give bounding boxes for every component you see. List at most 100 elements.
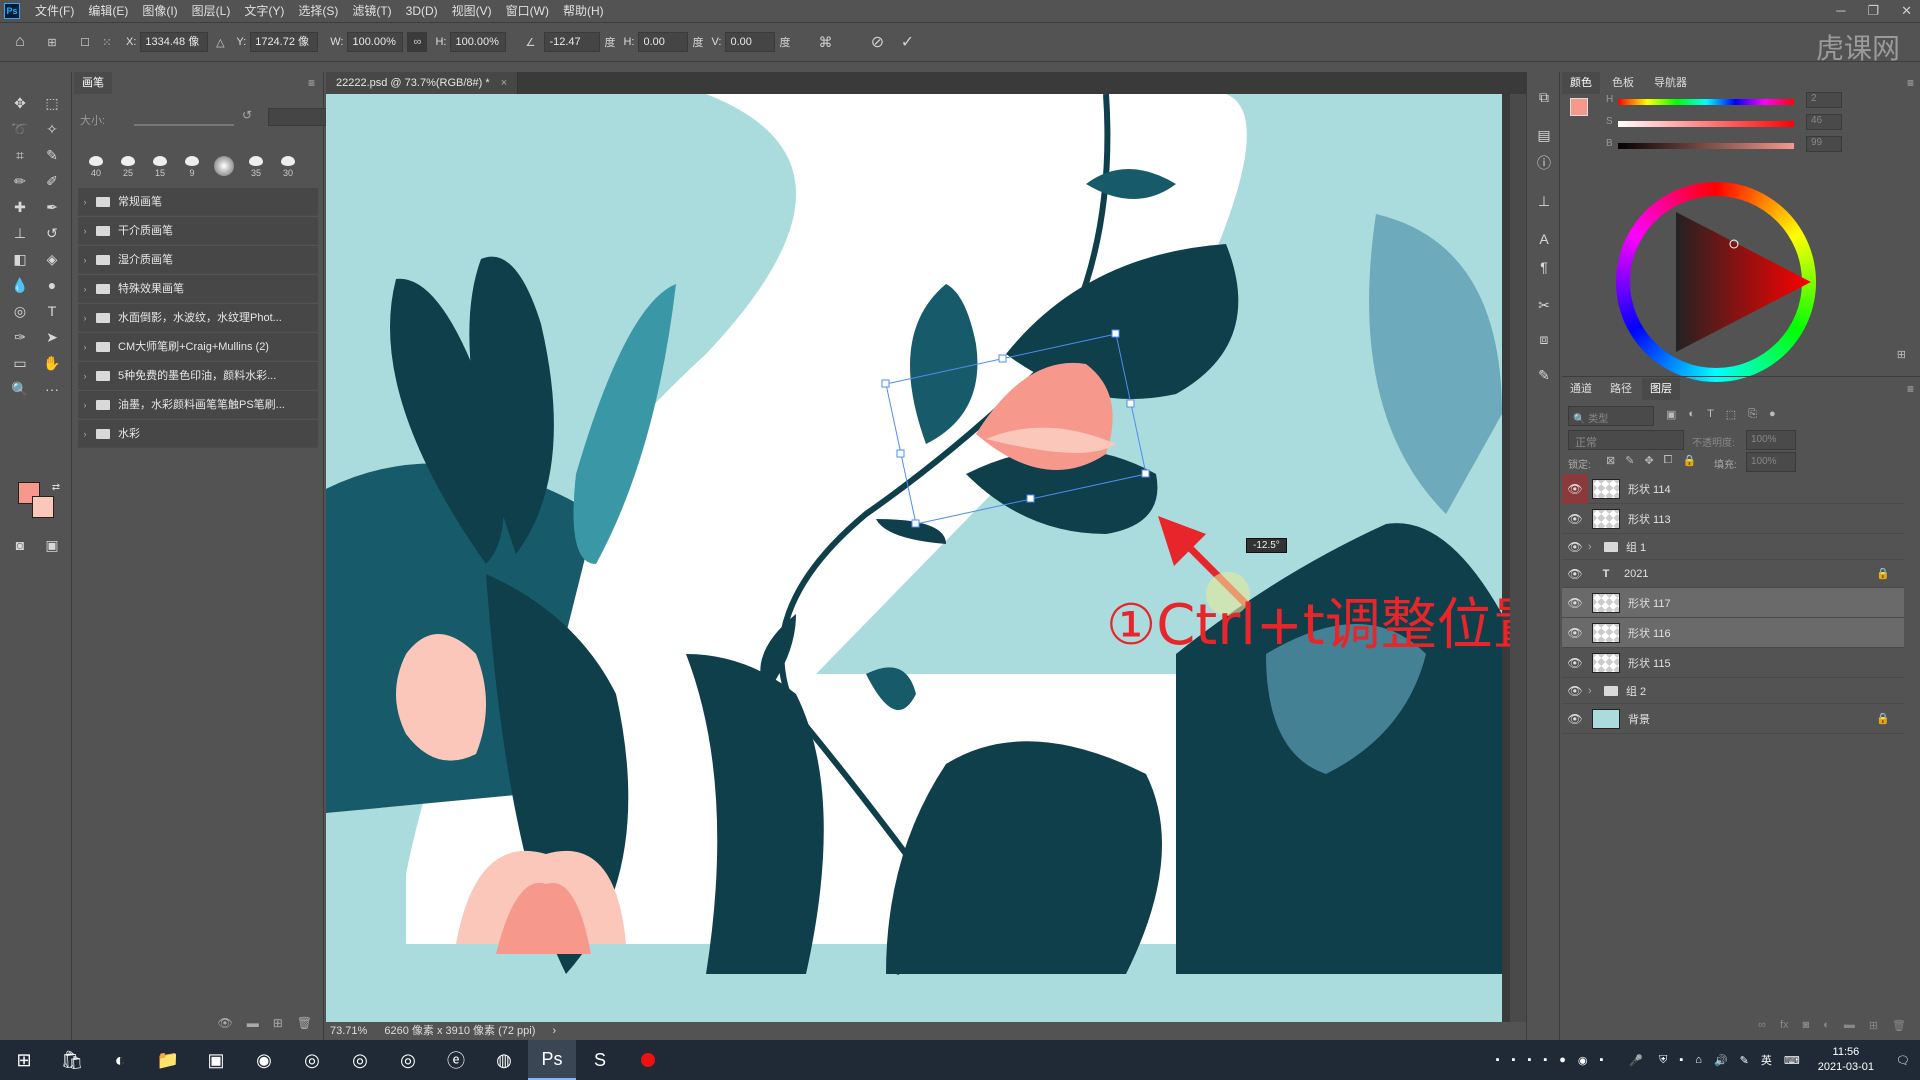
preset-brush[interactable]: 30: [274, 152, 302, 182]
filter-toggle-icon[interactable]: ●: [1769, 408, 1776, 421]
tab-paths[interactable]: 路径: [1602, 378, 1640, 400]
layer-row[interactable]: 👁 形状 114: [1562, 473, 1904, 504]
minimize-icon[interactable]: ─: [1836, 0, 1845, 22]
artwork-canvas[interactable]: -12.5°: [326, 94, 1502, 1024]
tab-swatches[interactable]: 色板: [1604, 72, 1642, 94]
eraser-tool-icon[interactable]: ◧: [8, 248, 32, 270]
character-icon[interactable]: A: [1532, 228, 1556, 250]
panel-menu-icon[interactable]: ≡: [308, 76, 315, 90]
marquee-tool-icon[interactable]: ⬚: [40, 92, 64, 114]
lock-all-icon[interactable]: 🔒: [1682, 454, 1696, 467]
magic-wand-tool-icon[interactable]: ✧: [40, 118, 64, 140]
adjustment-layer-icon[interactable]: ◐: [1823, 1019, 1830, 1032]
tray-wechat-icon[interactable]: ◉: [1578, 1054, 1588, 1067]
brush-folder[interactable]: › 特殊效果画笔: [78, 275, 318, 303]
lasso-tool-icon[interactable]: ➰: [8, 118, 32, 140]
tray-app-icon[interactable]: ▪: [1512, 1054, 1516, 1066]
clone-stamp-tool-icon[interactable]: ⊥: [8, 222, 32, 244]
warp-mode-icon[interactable]: ⌘: [810, 34, 840, 51]
eye-icon[interactable]: 👁: [1562, 626, 1588, 640]
tab-channels[interactable]: 通道: [1562, 378, 1600, 400]
network-icon[interactable]: ⌂: [1695, 1054, 1702, 1066]
lock-transparency-icon[interactable]: ⊠: [1606, 454, 1615, 467]
color-foreground-swatch[interactable]: [1570, 98, 1588, 116]
reference-checkbox[interactable]: ☐: [74, 36, 96, 49]
browser-icon[interactable]: ⓔ: [432, 1040, 480, 1080]
move-tool-icon[interactable]: ✥: [8, 92, 32, 114]
tray-app-icon[interactable]: ▪: [1543, 1054, 1547, 1066]
s-field[interactable]: 46: [1806, 114, 1842, 130]
hskew-field[interactable]: 0.00: [638, 32, 689, 52]
brush-settings-icon[interactable]: ✎: [1532, 364, 1556, 386]
healing-brush-tool-icon[interactable]: ✚: [8, 196, 32, 218]
lock-artboard-icon[interactable]: ⧠: [1664, 454, 1673, 467]
hand-tool-icon[interactable]: ✋: [40, 352, 64, 374]
chevron-right-icon[interactable]: ›: [1588, 541, 1600, 553]
notification-icon[interactable]: 🗨: [1896, 1054, 1910, 1067]
tray-app-icon[interactable]: ▪: [1527, 1054, 1531, 1066]
close-tab-icon[interactable]: ×: [501, 77, 507, 89]
keyboard-icon[interactable]: ⌨: [1784, 1054, 1800, 1067]
angle-field[interactable]: -12.47: [544, 32, 601, 52]
menu-view[interactable]: 视图(V): [445, 0, 499, 22]
background-color-swatch[interactable]: [32, 496, 54, 518]
start-icon[interactable]: ⊞: [0, 1040, 48, 1080]
layer-row[interactable]: 👁 背景 🔒: [1562, 704, 1904, 734]
edge-icon[interactable]: ◐: [96, 1040, 144, 1080]
x-field[interactable]: 1334.48 像: [140, 32, 209, 52]
cancel-transform-icon[interactable]: ⊘: [862, 32, 892, 52]
new-layer-icon[interactable]: ⊞: [1869, 1019, 1878, 1032]
reference-point-icon[interactable]: ⊞: [40, 36, 64, 49]
zoom-level[interactable]: 73.71%: [330, 1025, 367, 1037]
delta-icon[interactable]: △: [212, 36, 228, 49]
color-triangle[interactable]: [1616, 182, 1816, 382]
zoom-tool-icon[interactable]: 🔍: [8, 378, 32, 400]
eye-icon[interactable]: 👁: [1562, 684, 1588, 698]
tab-layers[interactable]: 图层: [1642, 378, 1680, 400]
menu-type[interactable]: 文字(Y): [237, 0, 291, 22]
h-field[interactable]: 2: [1806, 92, 1842, 108]
record-icon[interactable]: [624, 1040, 672, 1080]
menu-filter[interactable]: 滤镜(T): [345, 0, 398, 22]
brush-folder[interactable]: › CM大师笔刷+Craig+Mullins (2): [78, 333, 318, 361]
filter-pixel-icon[interactable]: ▣: [1666, 408, 1676, 421]
delete-layer-icon[interactable]: 🗑: [1892, 1019, 1906, 1032]
cinema4d-icon[interactable]: ◎: [384, 1040, 432, 1080]
menu-window[interactable]: 窗口(W): [499, 0, 556, 22]
brush-folder[interactable]: › 5种免费的墨色印油，颜料水彩...: [78, 362, 318, 390]
layer-row[interactable]: 👁 形状 117: [1562, 588, 1904, 618]
tab-brushes[interactable]: 画笔: [74, 72, 112, 94]
tray-app-icon[interactable]: ▪: [1679, 1054, 1683, 1066]
brush-folder[interactable]: › 湿介质画笔: [78, 246, 318, 274]
y-field[interactable]: 1724.72 像: [250, 32, 319, 52]
mixer-brush-tool-icon[interactable]: ✒: [40, 196, 64, 218]
volume-icon[interactable]: 🔊: [1714, 1054, 1728, 1067]
lock-pixels-icon[interactable]: ✎: [1625, 454, 1634, 467]
new-folder-icon[interactable]: ▬: [247, 1016, 259, 1030]
size-field[interactable]: [268, 108, 328, 126]
link-icon[interactable]: ∞: [407, 32, 428, 52]
menu-edit[interactable]: 编辑(E): [81, 0, 135, 22]
add-mask-icon[interactable]: ◙: [1803, 1019, 1810, 1032]
size-slider[interactable]: [134, 124, 234, 126]
obs-icon[interactable]: ◍: [480, 1040, 528, 1080]
b-field[interactable]: 99: [1806, 136, 1842, 152]
commit-transform-icon[interactable]: ✓: [892, 32, 922, 52]
tray-app-icon[interactable]: ▪: [1600, 1054, 1604, 1066]
reference-grid-icon[interactable]: ⁙: [96, 36, 118, 49]
preset-brush[interactable]: 40: [82, 152, 110, 182]
close-icon[interactable]: ✕: [1901, 0, 1912, 22]
layer-group-row[interactable]: 👁 › 组 1: [1562, 534, 1904, 560]
menu-3d[interactable]: 3D(D): [399, 0, 445, 22]
vertical-scrollbar[interactable]: [1510, 94, 1526, 1024]
layer-row[interactable]: 👁 形状 115: [1562, 648, 1904, 678]
menu-help[interactable]: 帮助(H): [556, 0, 611, 22]
brightness-slider[interactable]: [1618, 143, 1794, 149]
brush-folder[interactable]: › 常规画笔: [78, 188, 318, 216]
sketch-app-icon[interactable]: S: [576, 1040, 624, 1080]
menu-file[interactable]: 文件(F): [28, 0, 81, 22]
brush-folder[interactable]: › 水彩: [78, 420, 318, 448]
preset-brush[interactable]: 15: [146, 152, 174, 182]
filter-type-icon[interactable]: T: [1707, 408, 1714, 421]
tab-navigator[interactable]: 导航器: [1646, 72, 1695, 94]
